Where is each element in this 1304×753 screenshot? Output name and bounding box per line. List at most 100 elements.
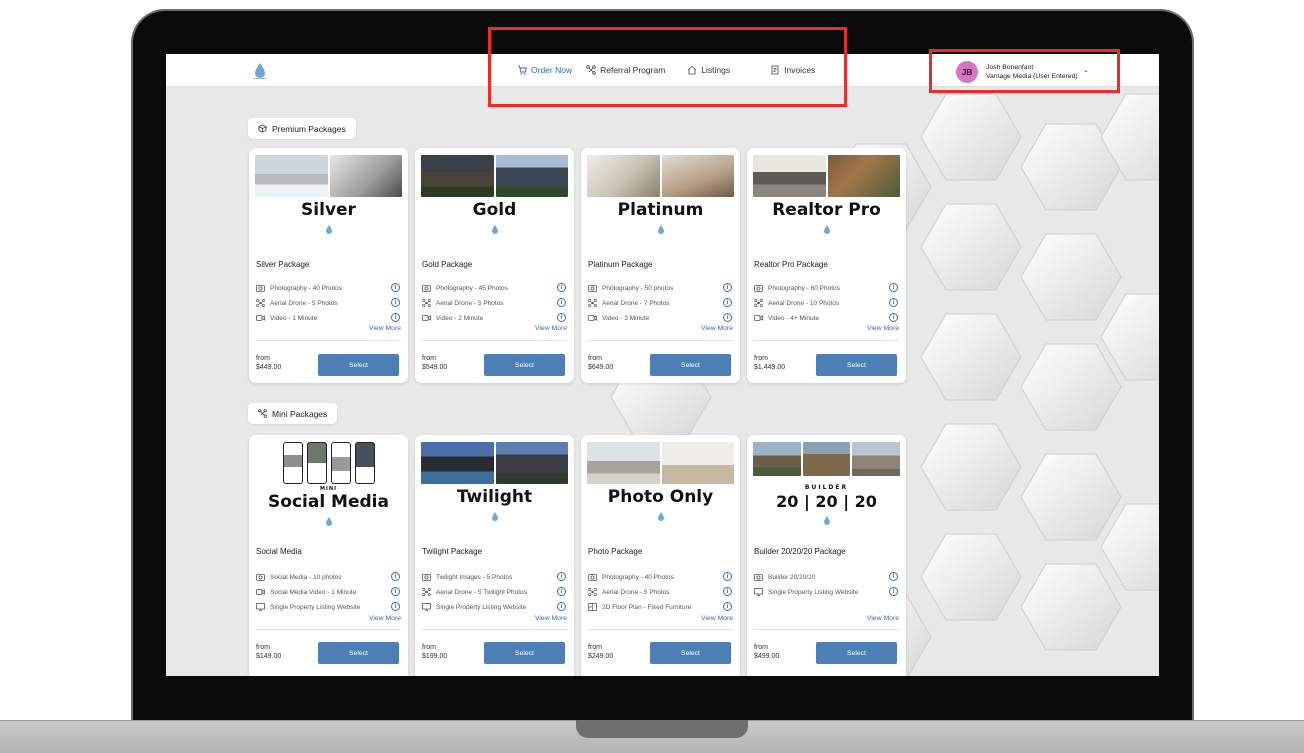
feature-label: Aerial Drone - 5 Photos	[270, 299, 338, 307]
feature-drone: Aerial Drone - 7 Photos i	[588, 298, 733, 307]
view-more-link[interactable]: View More	[701, 325, 733, 332]
select-button[interactable]: Select	[816, 354, 897, 376]
house-photo	[495, 155, 568, 197]
feature-label: Photography - 40 Photos	[602, 573, 674, 581]
view-more-link[interactable]: View More	[867, 325, 899, 332]
feature-label: Social Media Video - 1 Minute	[270, 588, 357, 596]
select-button[interactable]: Select	[484, 354, 565, 376]
feature-drone: Aerial Drone - 10 Photos i	[754, 298, 899, 307]
view-more-link[interactable]: View More	[701, 615, 733, 622]
monitor-icon	[256, 603, 265, 611]
phone-mockup	[331, 442, 351, 484]
select-button[interactable]: Select	[816, 642, 897, 664]
phone-mockup	[355, 442, 375, 484]
info-icon[interactable]: i	[391, 587, 400, 596]
package-name: Twilight Package	[422, 547, 483, 556]
feature-photography: Photography - 60 Photos i	[754, 283, 899, 292]
view-more-link[interactable]: View More	[535, 325, 567, 332]
package-card-twilight: Twilight Twilight Package Twilight Image…	[415, 435, 574, 676]
feature-video: Video - 2 Minute i	[422, 313, 567, 322]
price-block: from $249.00	[588, 643, 613, 661]
nav-highlight-box	[488, 27, 847, 107]
drone-icon	[422, 299, 431, 307]
info-icon[interactable]: i	[723, 572, 732, 581]
info-icon[interactable]: i	[391, 602, 400, 611]
floor-plan-icon	[588, 603, 597, 611]
feature-label: Photography - 45 Photos	[436, 284, 508, 292]
info-icon[interactable]: i	[723, 587, 732, 596]
drone-icon	[754, 299, 763, 307]
view-more-link[interactable]: View More	[369, 325, 401, 332]
water-drop-icon[interactable]	[252, 62, 268, 80]
view-more-link[interactable]: View More	[369, 615, 401, 622]
divider	[422, 629, 567, 630]
price-block: from $1,449.00	[754, 354, 785, 372]
water-drop-icon	[824, 225, 830, 234]
info-icon[interactable]: i	[557, 298, 566, 307]
feature-video: Video - 4+ Minute i	[754, 313, 899, 322]
feature-photography: Photography - 40 Photos i	[588, 572, 733, 581]
video-icon	[754, 315, 763, 321]
price-value: $649.00	[588, 364, 614, 371]
referral-icon	[258, 409, 267, 418]
kitchen-photo	[329, 155, 402, 197]
info-icon[interactable]: i	[723, 298, 732, 307]
price-from-label: from	[256, 355, 270, 362]
drone-icon	[422, 588, 431, 596]
feature-label: Aerial Drone - 5 Photos	[436, 299, 504, 307]
feature-label: Aerial Drone - 7 Photos	[602, 299, 670, 307]
price-value: $199.00	[422, 653, 448, 660]
select-button[interactable]: Select	[318, 354, 399, 376]
package-photos	[421, 442, 568, 484]
info-icon[interactable]: i	[889, 587, 898, 596]
select-button[interactable]: Select	[650, 642, 731, 664]
info-icon[interactable]: i	[557, 283, 566, 292]
price-from-label: from	[588, 644, 602, 651]
monitor-icon	[754, 588, 763, 596]
info-icon[interactable]: i	[391, 572, 400, 581]
package-title: Gold	[472, 200, 517, 220]
select-button[interactable]: Select	[484, 642, 565, 664]
info-icon[interactable]: i	[889, 283, 898, 292]
feature-social-photos: Social Media - 10 photos i	[256, 572, 401, 581]
price-from-label: from	[588, 355, 602, 362]
info-icon[interactable]: i	[889, 298, 898, 307]
select-button[interactable]: Select	[318, 642, 399, 664]
info-icon[interactable]: i	[723, 602, 732, 611]
info-icon[interactable]: i	[557, 602, 566, 611]
package-title: Social Media	[268, 492, 389, 512]
divider	[588, 340, 733, 341]
info-icon[interactable]: i	[889, 313, 898, 322]
view-more-link[interactable]: View More	[535, 615, 567, 622]
mini-packages-label: Mini Packages	[272, 408, 328, 419]
select-button[interactable]: Select	[650, 354, 731, 376]
view-more-link[interactable]: View More	[867, 615, 899, 622]
feature-photography: Photography - 50 photos i	[588, 283, 733, 292]
interior-photo	[661, 442, 734, 484]
cube-icon	[258, 124, 267, 133]
info-icon[interactable]: i	[557, 313, 566, 322]
package-photos	[255, 155, 402, 197]
info-icon[interactable]: i	[889, 572, 898, 581]
camera-icon	[422, 574, 431, 581]
package-photos	[421, 155, 568, 197]
info-icon[interactable]: i	[723, 283, 732, 292]
premium-packages-label: Premium Packages	[272, 123, 346, 134]
info-icon[interactable]: i	[391, 313, 400, 322]
package-name: Builder 20/20/20 Package	[754, 547, 846, 556]
info-icon[interactable]: i	[391, 298, 400, 307]
price-value: $249.00	[588, 653, 614, 660]
price-block: from $149.00	[256, 643, 281, 661]
price-block: from $549.00	[422, 354, 447, 372]
package-name: Silver Package	[256, 260, 310, 269]
premium-packages-header: Premium Packages	[248, 118, 356, 139]
twilight-photo	[495, 442, 568, 484]
feature-label: Video - 1 Minute	[270, 314, 318, 322]
info-icon[interactable]: i	[723, 313, 732, 322]
divider	[588, 629, 733, 630]
divider	[754, 340, 899, 341]
info-icon[interactable]: i	[391, 283, 400, 292]
feature-label: Photography - 40 Photos	[270, 284, 342, 292]
info-icon[interactable]: i	[557, 572, 566, 581]
info-icon[interactable]: i	[557, 587, 566, 596]
